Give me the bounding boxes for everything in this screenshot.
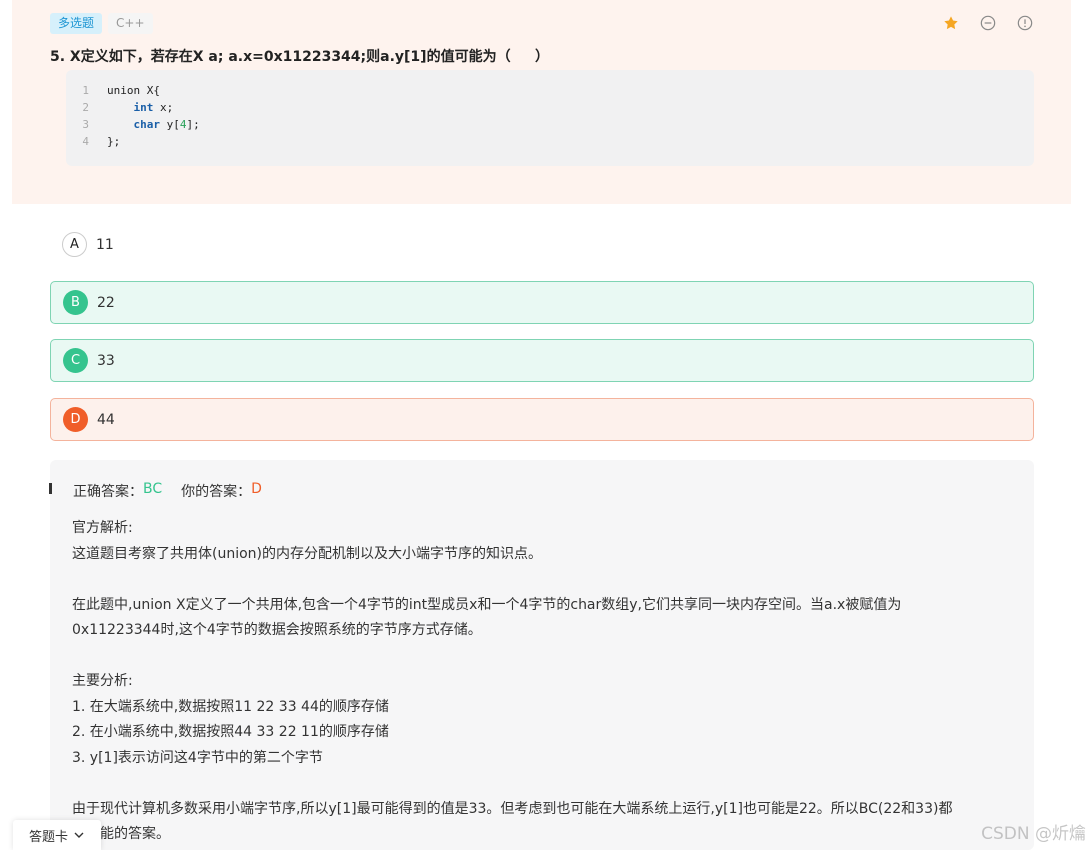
section-marker (49, 483, 52, 494)
question-panel: 多选题 C++ 5. X定义如下，若存在X a; a.x=0x11223344;… (12, 0, 1071, 204)
code-text: char y[4]; (107, 116, 200, 133)
line-number: 1 (82, 84, 89, 97)
analysis-paragraph: 是可能的答案。 (72, 826, 170, 842)
watermark: CSDN @炘爚 (981, 824, 1086, 844)
analysis-paragraph: 由于现代计算机多数采用小端字节序,所以y[1]最可能得到的值是33。但考虑到也可… (72, 800, 953, 817)
code-text: int x; (107, 99, 174, 116)
option-text: 11 (96, 236, 114, 253)
analysis-point: 3. y[1]表示访问这4字节中的第二个字节 (72, 749, 323, 766)
option-text: 22 (97, 294, 115, 311)
option-b[interactable]: B 22 (50, 281, 1034, 324)
analysis-point: 2. 在小端系统中,数据按照44 33 22 11的顺序存储 (72, 724, 389, 740)
option-text: 33 (97, 352, 115, 369)
code-keyword: char (133, 118, 161, 131)
option-letter: B (63, 290, 88, 315)
line-number: 4 (82, 135, 89, 148)
code-keyword: int (133, 101, 154, 114)
option-d[interactable]: D 44 (50, 398, 1034, 441)
option-letter: A (62, 232, 87, 257)
code-rest: ]; (186, 118, 200, 131)
analysis-heading: 官方解析: (72, 520, 133, 536)
option-text: 44 (97, 411, 115, 428)
analysis-point: 1. 在大端系统中,数据按照11 22 33 44的顺序存储 (72, 698, 389, 715)
analysis-body: 官方解析: 这道题目考察了共用体(union)的内存分配机制以及大小端字节序的知… (72, 516, 1012, 848)
language-tag: C++ (108, 13, 153, 34)
your-answer-value: D (251, 481, 262, 497)
info-circle-icon[interactable] (1016, 14, 1033, 31)
analysis-panel: 正确答案： BC 你的答案： D 官方解析: 这道题目考察了共用体(union)… (49, 460, 1034, 850)
answer-card-label: 答题卡 (28, 829, 68, 845)
option-c[interactable]: C 33 (50, 339, 1034, 382)
line-number: 3 (82, 118, 89, 131)
analysis-subheading: 主要分析: (72, 673, 133, 689)
code-text: union X{ (107, 84, 160, 97)
code-line: 3 char y[4]; (66, 116, 1034, 133)
code-block: 1 union X{ 2 int x; 3 char y[4]; 4 }; (66, 70, 1034, 166)
code-number: 4 (179, 118, 187, 131)
code-line: 4 }; (66, 133, 1034, 150)
minus-circle-icon[interactable] (979, 14, 996, 31)
analysis-paragraph: 在此题中,union X定义了一个共用体,包含一个4字节的int型成员x和一个4… (72, 596, 902, 613)
question-tags: 多选题 C++ (50, 13, 153, 34)
question-type-tag: 多选题 (50, 13, 103, 34)
code-line: 2 int x; (66, 99, 1034, 116)
correct-answer-value: BC (143, 481, 163, 497)
correct-answer-label: 正确答案： (73, 484, 143, 500)
code-rest: x; (153, 101, 174, 114)
chevron-down-icon (74, 832, 84, 838)
line-number: 2 (82, 101, 89, 114)
analysis-paragraph: 这道题目考察了共用体(union)的内存分配机制以及大小端字节序的知识点。 (72, 545, 542, 562)
code-rest: y[ (160, 118, 180, 131)
question-actions (942, 14, 1033, 31)
question-title: 5. X定义如下，若存在X a; a.x=0x11223344;则a.y[1]的… (50, 49, 549, 65)
answer-card-toggle[interactable]: 答题卡 (13, 820, 101, 850)
option-letter: D (63, 407, 88, 432)
code-line: 1 union X{ (66, 82, 1034, 99)
star-icon[interactable] (942, 14, 959, 31)
code-text: }; (107, 135, 121, 148)
your-answer-label: 你的答案： (181, 484, 252, 500)
option-letter: C (63, 348, 88, 373)
option-a[interactable]: A 11 (50, 223, 1034, 266)
analysis-paragraph: 0x11223344时,这个4字节的数据会按照系统的字节序方式存储。 (72, 622, 482, 638)
answer-summary: 正确答案： BC 你的答案： D (73, 481, 262, 501)
